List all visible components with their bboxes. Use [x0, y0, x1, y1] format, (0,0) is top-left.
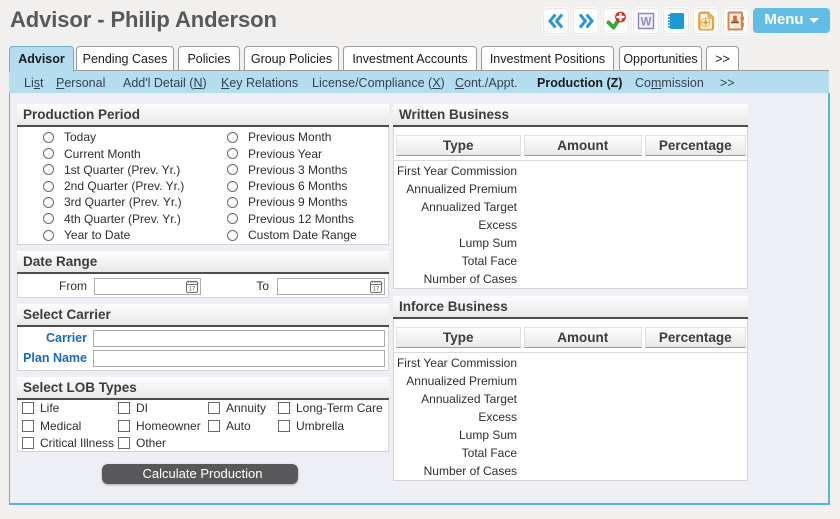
svg-text:W: W [641, 16, 652, 28]
svg-text:17: 17 [189, 287, 196, 293]
svg-text:17: 17 [373, 287, 380, 293]
